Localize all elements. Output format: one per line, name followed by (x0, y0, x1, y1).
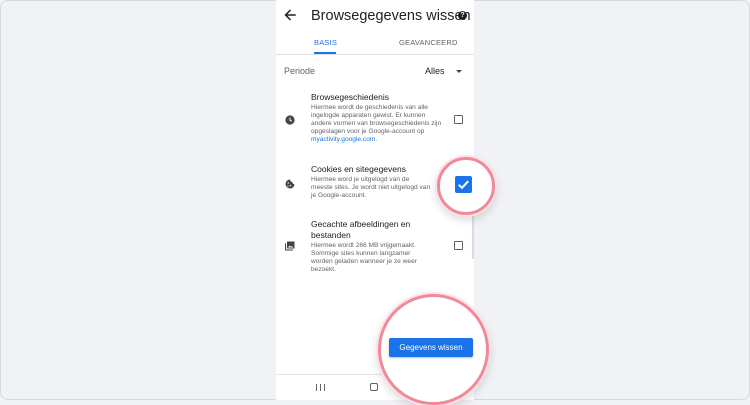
recent-apps-icon[interactable] (316, 384, 325, 391)
item-title-cache: Gecachte afbeeldingen en bestanden (311, 219, 411, 240)
checkmark-icon (458, 180, 469, 190)
myactivity-link[interactable]: myactivity.google.com (311, 136, 375, 143)
tab-basis[interactable]: BASIS (314, 38, 337, 47)
scrollbar[interactable] (472, 215, 474, 259)
home-icon[interactable] (370, 383, 378, 391)
tab-bar: BASIS GEAVANCEERD (276, 30, 474, 55)
period-value: Alles (425, 66, 445, 76)
page-title: Browsegegevens wissen (311, 8, 471, 24)
image-icon (285, 241, 295, 251)
checkbox-cached-images[interactable] (454, 241, 463, 250)
period-label: Periode (284, 66, 316, 76)
checkbox-browsing-history[interactable] (454, 115, 463, 124)
item-title-history: Browsegeschiedenis (311, 92, 389, 102)
tab-selected-indicator (314, 52, 336, 54)
item-description-history: Hiermee wordt de geschiedenis van alle i… (311, 104, 447, 144)
arrow-left-icon[interactable] (283, 8, 297, 22)
clear-data-button[interactable]: Gegevens wissen (389, 338, 473, 357)
item-description-cache: Hiermee wordt 266 MB vrijgemaakt. Sommig… (311, 242, 417, 273)
app-bar: Browsegegevens wissen ? (276, 0, 474, 30)
clock-icon (285, 115, 295, 125)
item-description-history-text: Hiermee wordt de geschiedenis van alle i… (311, 104, 442, 135)
tab-geavanceerd[interactable]: GEAVANCEERD (399, 38, 458, 47)
item-title-cookies: Cookies en sitegegevens (311, 164, 406, 174)
item-description-cookies: Hiermee word je uitgelogd van de meeste … (311, 176, 431, 199)
cookie-icon (285, 179, 295, 189)
link-suffix: . (375, 136, 378, 143)
dropdown-caret-icon (456, 70, 462, 73)
help-circle-icon[interactable]: ? (458, 11, 467, 20)
period-dropdown[interactable]: Alles (424, 64, 468, 78)
checkbox-cookies[interactable] (455, 176, 472, 193)
